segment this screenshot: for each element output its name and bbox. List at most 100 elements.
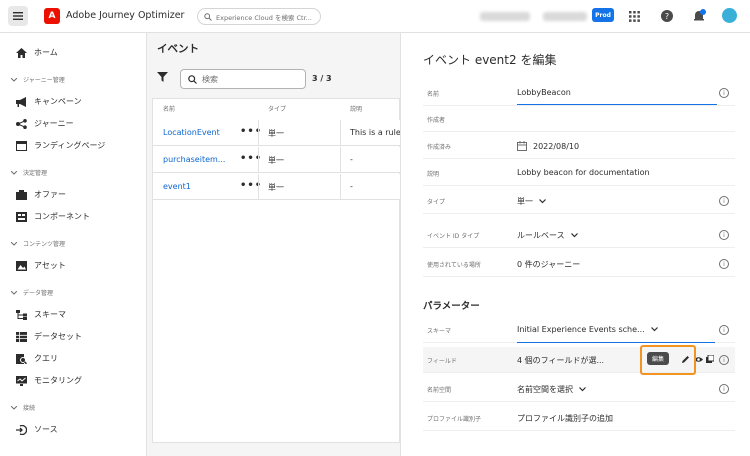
section-label: 決定管理 — [23, 170, 48, 177]
field-label: タイプ — [427, 199, 446, 206]
sidebar-section-connections[interactable]: 接続 — [11, 403, 35, 412]
sidebar-item-label: ホーム — [34, 48, 58, 57]
sidebar-item-label: スキーマ — [34, 310, 66, 319]
sidebar-section-data[interactable]: データ管理 — [11, 288, 53, 297]
page-title: イベント — [157, 43, 199, 55]
field-label: 名前空間 — [427, 387, 452, 394]
landing-page-icon — [16, 140, 27, 151]
event-type: 単一 — [268, 129, 284, 138]
param-schema: スキーマ Initial Experience Events sche... i — [423, 317, 735, 343]
info-icon[interactable]: i — [719, 230, 729, 240]
field-value: Lobby beacon for documentation — [517, 168, 650, 177]
schema-dropdown[interactable]: Initial Experience Events sche... — [517, 325, 658, 334]
profile-identifier-input[interactable]: プロファイル識別子の追加 — [517, 413, 613, 424]
field-created-by: 作成者 — [423, 106, 735, 132]
type-dropdown[interactable]: 単一 — [517, 196, 546, 207]
org-switcher[interactable] — [480, 12, 530, 21]
journey-icon — [16, 118, 27, 129]
info-icon[interactable]: i — [719, 355, 729, 365]
event-description: - — [350, 182, 353, 191]
sidebar-item-sources[interactable]: ソース — [16, 424, 58, 435]
sidebar-item-journeys[interactable]: ジャーニー — [16, 118, 74, 129]
field-label: 説明 — [427, 171, 440, 178]
name-input[interactable]: LobbyBeacon — [517, 88, 571, 97]
events-search-input[interactable]: 検索 — [180, 69, 306, 89]
calendar-icon — [517, 141, 527, 151]
column-header-description[interactable]: 説明 — [350, 104, 362, 113]
search-icon — [204, 12, 212, 21]
schema-icon — [16, 309, 27, 320]
search-icon — [188, 74, 197, 84]
sidebar-section-decision[interactable]: 決定管理 — [11, 168, 47, 177]
event-type: 単一 — [268, 156, 284, 165]
sidebar-item-label: アセット — [34, 261, 66, 270]
global-search-input[interactable]: Experience Cloud を検索 Ctr... — [197, 8, 321, 25]
menu-icon[interactable] — [8, 6, 28, 26]
event-name-link[interactable]: event1 — [163, 182, 191, 191]
sidebar-item-landing-pages[interactable]: ランディングページ — [16, 140, 105, 151]
svg-text:?: ? — [665, 12, 669, 21]
field-value: 4 個のフィールドが選... — [517, 356, 605, 365]
sidebar-item-assets[interactable]: アセット — [16, 260, 66, 271]
event-id-type-dropdown[interactable]: ルールベース — [517, 230, 578, 241]
section-label: コンテンツ管理 — [23, 241, 66, 248]
namespace-dropdown[interactable]: 名前空間を選択 — [517, 384, 586, 395]
chevron-down-icon — [11, 77, 17, 82]
apps-grid-icon[interactable] — [627, 9, 641, 23]
param-namespace: 名前空間 名前空間を選択 i — [423, 376, 735, 402]
sandbox-switcher[interactable] — [543, 12, 587, 21]
info-icon[interactable]: i — [719, 259, 729, 269]
info-icon[interactable]: i — [719, 88, 729, 98]
focus-underline — [517, 342, 715, 343]
column-header-type[interactable]: タイプ — [268, 104, 286, 113]
user-avatar[interactable] — [722, 8, 737, 23]
sidebar-item-label: クエリ — [34, 354, 58, 363]
sidebar-item-label: データセット — [34, 332, 82, 341]
field-value: 0 件のジャーニー — [517, 260, 581, 269]
table-row[interactable]: purchaseitem... ••• 単一 - — [153, 147, 400, 173]
event-name-link[interactable]: purchaseitem... — [163, 155, 225, 164]
sidebar-item-home[interactable]: ホーム — [16, 47, 58, 58]
sidebar-item-datasets[interactable]: データセット — [16, 331, 82, 342]
field-label: 名前 — [427, 91, 440, 98]
sidebar-section-content[interactable]: コンテンツ管理 — [11, 239, 65, 248]
chevron-down-icon — [579, 387, 586, 392]
sidebar-item-offers[interactable]: オファー — [16, 189, 66, 200]
table-row[interactable]: LocationEvent ••• 単一 This is a rule-b — [153, 120, 400, 146]
components-icon — [16, 211, 27, 222]
description-input[interactable]: Lobby beacon for documentation — [517, 168, 650, 177]
param-profile-identifier: プロファイル識別子 プロファイル識別子の追加 — [423, 405, 735, 431]
chevron-down-icon — [539, 199, 546, 204]
field-label: 使用されている場所 — [427, 262, 481, 269]
column-header-name[interactable]: 名前 — [163, 104, 175, 113]
sidebar-item-label: ソース — [34, 425, 58, 434]
section-label: ジャーニー管理 — [23, 77, 65, 84]
info-icon[interactable]: i — [719, 384, 729, 394]
sidebar-item-schemas[interactable]: スキーマ — [16, 309, 66, 320]
copy-icon[interactable] — [706, 354, 715, 365]
offer-icon — [16, 189, 27, 200]
filter-icon[interactable] — [157, 72, 168, 84]
help-icon[interactable]: ? — [660, 9, 674, 23]
chevron-down-icon — [650, 327, 658, 332]
event-description: This is a rule-b — [350, 128, 400, 137]
field-label: 作成者 — [427, 117, 446, 124]
sidebar-section-journey[interactable]: ジャーニー管理 — [11, 75, 65, 84]
field-name: 名前 LobbyBeacon i — [423, 80, 735, 106]
notifications-bell-icon[interactable] — [692, 9, 706, 23]
table-row[interactable]: event1 ••• 単一 - — [153, 174, 400, 200]
chevron-down-icon — [11, 241, 17, 246]
sidebar-item-monitoring[interactable]: モニタリング — [16, 375, 82, 386]
sidebar-item-queries[interactable]: クエリ — [16, 353, 58, 364]
info-icon[interactable]: i — [719, 325, 729, 335]
event-name-link[interactable]: LocationEvent — [163, 128, 220, 137]
sidebar-item-campaigns[interactable]: キャンペーン — [16, 96, 82, 107]
sidebar-item-label: オファー — [34, 190, 66, 199]
prod-badge[interactable]: Prod — [592, 8, 614, 22]
home-icon — [16, 47, 27, 58]
sidebar-item-components[interactable]: コンポーネント — [16, 211, 90, 222]
field-used-in: 使用されている場所 0 件のジャーニー i — [423, 251, 735, 277]
info-icon[interactable]: i — [719, 196, 729, 206]
result-count: 3 / 3 — [312, 74, 332, 83]
field-value: Initial Experience Events sche... — [517, 325, 645, 334]
